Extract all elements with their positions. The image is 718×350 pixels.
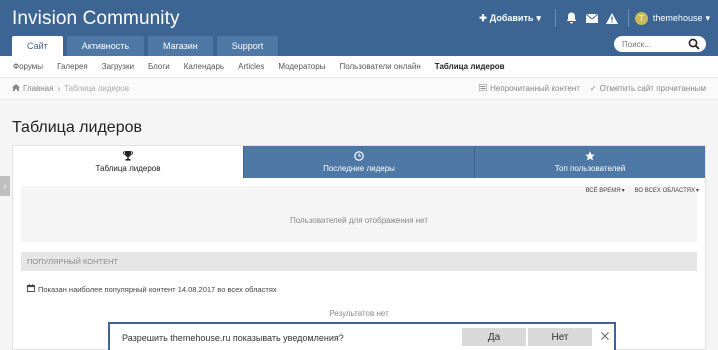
subnav-item-calendar[interactable]: Календарь: [184, 62, 224, 71]
star-icon: [585, 151, 595, 161]
breadcrumb-home[interactable]: Главная: [23, 84, 53, 93]
no-users-message: Пользователей для отображения нет: [289, 216, 429, 225]
subnav-item-moderators[interactable]: Модераторы: [278, 62, 325, 71]
deny-button[interactable]: Нет: [528, 328, 592, 346]
add-button-label: Добавить: [489, 13, 534, 23]
chevron-right-icon: ›: [57, 84, 61, 93]
divider: [554, 9, 556, 27]
tab-store[interactable]: Магазин: [148, 36, 213, 56]
popular-content-info-text: Показан наиболее популярный контент 14.0…: [38, 284, 277, 294]
notification-prompt-text: Разрешить themehouse.ru показывать уведо…: [122, 333, 344, 343]
unread-content-label: Непрочитанный контент: [490, 84, 580, 93]
close-icon[interactable]: [598, 329, 612, 343]
search-box: [614, 36, 706, 52]
add-button[interactable]: ✚ Добавить ▾: [479, 13, 541, 24]
breadcrumb-actions: Непрочитанный контент ✓ Отметить сайт пр…: [469, 83, 706, 93]
filter-row: Всё время ▾ Во всех областях ▾: [575, 187, 699, 195]
no-results-message: Результатов нет: [329, 309, 389, 318]
sub-nav: Форумы Галерея Загрузки Блоги Календарь …: [0, 56, 718, 78]
caret-down-icon: ▾: [705, 12, 710, 23]
mark-site-read-label: Отметить сайт прочитанным: [599, 84, 706, 93]
caret-down-icon: ▾: [621, 188, 625, 194]
clock-icon: [354, 151, 364, 161]
time-filter-label: Всё время: [585, 187, 621, 194]
avatar: T: [634, 11, 648, 25]
tab-leaderboard[interactable]: Таблица лидеров: [13, 146, 243, 178]
mark-site-read-link[interactable]: ✓ Отметить сайт прочитанным: [590, 84, 706, 93]
warning-icon[interactable]: [605, 11, 619, 25]
tab-activity[interactable]: Активность: [66, 36, 145, 56]
search-icon[interactable]: [688, 38, 700, 50]
site-header: Invision Community ✚ Добавить ▾ T themeh…: [0, 0, 718, 56]
caret-down-icon: ▾: [536, 12, 541, 23]
chevron-right-icon[interactable]: ›: [0, 176, 10, 196]
breadcrumb-current: Таблица лидеров: [64, 84, 130, 93]
popular-content-info: Показан наиболее популярный контент 14.0…: [27, 284, 277, 294]
notification-prompt: Разрешить themehouse.ru показывать уведо…: [108, 322, 616, 350]
leaderboard-tabs: Таблица лидеров Последние лидеры Топ пол…: [13, 146, 705, 178]
area-filter-label: Во всех областях: [634, 187, 695, 194]
user-bar: ✚ Добавить ▾ T themehouse ▾: [479, 0, 718, 36]
trophy-icon: [123, 151, 133, 161]
area-filter-dropdown[interactable]: Во всех областях ▾: [634, 187, 699, 195]
subnav-item-gallery[interactable]: Галерея: [57, 62, 88, 71]
caret-down-icon: ▾: [695, 188, 699, 194]
breadcrumb: Главная › Таблица лидеров: [12, 84, 129, 93]
breadcrumb-bar: Главная › Таблица лидеров Непрочитанный …: [0, 78, 718, 100]
site-brand[interactable]: Invision Community: [12, 8, 180, 30]
plus-icon: ✚: [479, 12, 487, 23]
leaders-empty-panel: Пользователей для отображения нет: [21, 186, 697, 242]
check-icon: ✓: [589, 84, 597, 93]
user-name: themehouse: [652, 13, 703, 23]
subnav-item-downloads[interactable]: Загрузки: [102, 62, 134, 71]
calendar-icon: [27, 284, 35, 294]
unread-content-link[interactable]: Непрочитанный контент: [478, 83, 580, 93]
tab-top-members[interactable]: Топ пользователей: [474, 146, 705, 178]
allow-button[interactable]: Да: [462, 328, 526, 346]
divider: [627, 9, 629, 27]
subnav-item-articles[interactable]: Articles: [238, 62, 264, 71]
envelope-icon[interactable]: [585, 11, 599, 25]
tab-site[interactable]: Сайт: [12, 36, 63, 56]
user-menu[interactable]: T themehouse ▾: [634, 11, 710, 25]
tab-past-leaders-label: Последние лидеры: [323, 164, 395, 173]
tab-leaderboard-label: Таблица лидеров: [95, 164, 161, 173]
time-filter-dropdown[interactable]: Всё время ▾: [585, 187, 625, 195]
feed-icon: [478, 83, 488, 93]
subnav-item-forums[interactable]: Форумы: [13, 62, 43, 71]
tab-past-leaders[interactable]: Последние лидеры: [243, 146, 474, 178]
subnav-item-online-users[interactable]: Пользователи онлайн: [339, 62, 420, 71]
leaderboard-card: Таблица лидеров Последние лидеры Топ пол…: [12, 145, 706, 350]
popular-content-heading: Популярный контент: [21, 252, 697, 271]
tab-support[interactable]: Support: [216, 36, 279, 56]
subnav-item-leaderboard[interactable]: Таблица лидеров: [435, 62, 505, 71]
home-icon: [12, 84, 20, 93]
subnav-item-blogs[interactable]: Блоги: [148, 62, 170, 71]
search-input[interactable]: [622, 39, 686, 49]
bell-icon[interactable]: [565, 11, 579, 25]
tab-top-members-label: Топ пользователей: [554, 164, 626, 173]
page-title: Таблица лидеров: [12, 119, 142, 136]
main-nav: Сайт Активность Магазин Support: [12, 36, 282, 56]
